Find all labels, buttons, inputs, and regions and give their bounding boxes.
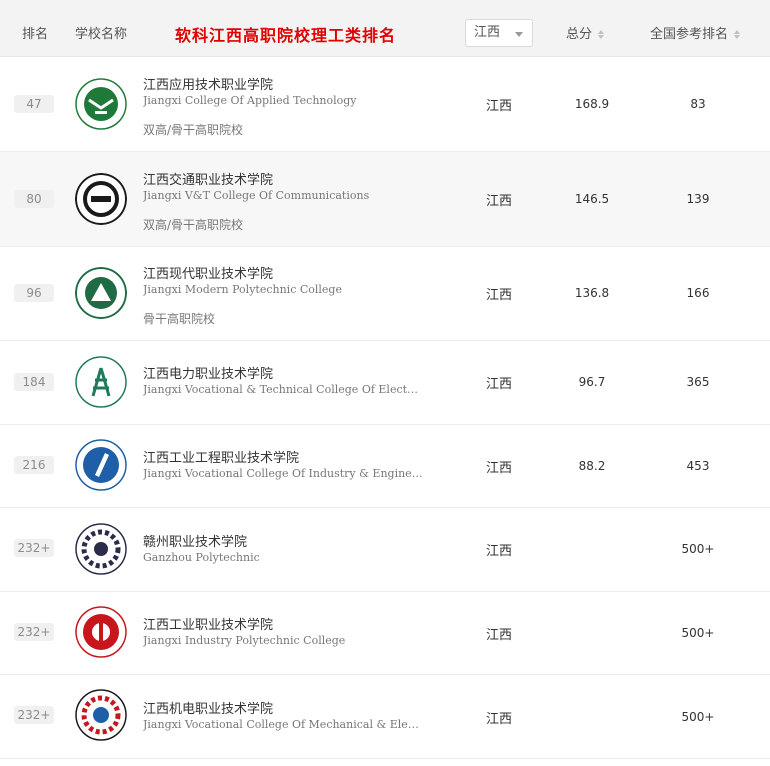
- table-row[interactable]: 216 江西工业工程职业技术学院 Jiangxi Vocational Coll…: [0, 425, 770, 508]
- table-header: 排名 学校名称 软科江西高职院校理工类排名 江西 总分 全国参考排名: [0, 0, 770, 57]
- school-name[interactable]: 江西电力职业技术学院: [143, 363, 273, 382]
- province: 江西: [486, 288, 513, 303]
- province: 江西: [486, 99, 513, 114]
- national-rank-column-header[interactable]: 全国参考排名: [650, 0, 741, 56]
- school-logo-icon: [75, 689, 127, 741]
- national-rank: 83: [690, 97, 706, 111]
- score: 168.9: [574, 97, 610, 111]
- school-name-en: Jiangxi Modern Polytechnic College: [143, 283, 342, 296]
- rank-badge: 47: [14, 95, 54, 113]
- school-name-en: Jiangxi Vocational College Of Industry &…: [143, 467, 423, 480]
- national-rank: 500+: [681, 710, 715, 724]
- ranking-table: 排名 学校名称 软科江西高职院校理工类排名 江西 总分 全国参考排名 47 江西…: [0, 0, 770, 766]
- school-logo-icon: [75, 523, 127, 575]
- score: 88.2: [578, 459, 606, 473]
- province: 江西: [486, 377, 513, 392]
- rank-badge: 184: [14, 373, 54, 391]
- school-name-en: Jiangxi Industry Polytechnic College: [143, 634, 346, 647]
- province: 江西: [486, 628, 513, 643]
- rank-column-header: 排名: [22, 27, 49, 42]
- school-name[interactable]: 江西工业工程职业技术学院: [143, 447, 299, 466]
- table-row[interactable]: 232+ 江西机电职业技术学院 Jiangxi Vocational Colle…: [0, 675, 770, 759]
- national-rank: 365: [686, 375, 710, 389]
- table-row[interactable]: 96 江西现代职业技术学院 Jiangxi Modern Polytechnic…: [0, 247, 770, 341]
- school-name[interactable]: 江西应用技术职业学院: [143, 74, 273, 93]
- school-tags: 双高/骨干高职院校: [143, 123, 244, 137]
- province: 江西: [486, 461, 513, 476]
- table-row[interactable]: 184 江西电力职业技术学院 Jiangxi Vocational & Tech…: [0, 341, 770, 425]
- score: 136.8: [574, 286, 610, 300]
- chevron-down-icon: [515, 32, 523, 37]
- sort-icon: [598, 29, 605, 40]
- school-name-en: Jiangxi Vocational & Technical College O…: [143, 383, 423, 396]
- table-row[interactable]: 232+ 赣州职业技术学院 Ganzhou Polytechnic 江西 500…: [0, 508, 770, 592]
- score-column-label: 总分: [566, 27, 593, 42]
- score: 96.7: [578, 375, 606, 389]
- national-rank: 139: [686, 192, 710, 206]
- national-rank: 166: [686, 286, 710, 300]
- sort-icon: [734, 29, 741, 40]
- national-rank: 500+: [681, 626, 715, 640]
- rank-badge: 80: [14, 190, 54, 208]
- province-select-value: 江西: [474, 25, 501, 40]
- school-name-en: Jiangxi College Of Applied Technology: [143, 94, 357, 107]
- rank-badge: 96: [14, 284, 54, 302]
- rank-badge: 232+: [14, 706, 54, 724]
- national-rank: 500+: [681, 542, 715, 556]
- school-logo-icon: [75, 267, 127, 319]
- table-row[interactable]: 80 江西交通职业技术学院 Jiangxi V&T College Of Com…: [0, 152, 770, 247]
- province: 江西: [486, 194, 513, 209]
- province: 江西: [486, 544, 513, 559]
- rank-badge: 232+: [14, 539, 54, 557]
- school-tags: 骨干高职院校: [143, 312, 216, 326]
- school-logo-icon: [75, 606, 127, 658]
- national-rank: 453: [686, 459, 710, 473]
- school-name-en: Ganzhou Polytechnic: [143, 551, 260, 564]
- score: 146.5: [574, 192, 610, 206]
- rank-badge: 232+: [14, 623, 54, 641]
- school-logo-icon: [75, 78, 127, 130]
- page-title: 软科江西高职院校理工类排名: [175, 26, 397, 45]
- rank-badge: 216: [14, 456, 54, 474]
- province: 江西: [486, 712, 513, 727]
- school-name[interactable]: 江西现代职业技术学院: [143, 263, 273, 282]
- school-name[interactable]: 江西机电职业技术学院: [143, 698, 273, 717]
- table-row[interactable]: 232+ 江西工业职业技术学院 Jiangxi Industry Polytec…: [0, 592, 770, 675]
- school-logo-icon: [75, 173, 127, 225]
- school-name[interactable]: 江西交通职业技术学院: [143, 169, 273, 188]
- school-logo-icon: [75, 439, 127, 491]
- school-name[interactable]: 赣州职业技术学院: [143, 531, 247, 550]
- school-logo-icon: [75, 356, 127, 408]
- national-rank-column-label: 全国参考排名: [650, 27, 729, 42]
- school-name[interactable]: 江西工业职业技术学院: [143, 614, 273, 633]
- school-column-header: 学校名称: [75, 27, 128, 42]
- school-name-en: Jiangxi V&T College Of Communications: [143, 189, 370, 202]
- school-tags: 双高/骨干高职院校: [143, 218, 244, 232]
- school-name-en: Jiangxi Vocational College Of Mechanical…: [143, 718, 423, 731]
- score-column-header[interactable]: 总分: [566, 0, 605, 56]
- province-select[interactable]: 江西: [465, 19, 533, 47]
- table-row[interactable]: 47 江西应用技术职业学院 Jiangxi College Of Applied…: [0, 57, 770, 152]
